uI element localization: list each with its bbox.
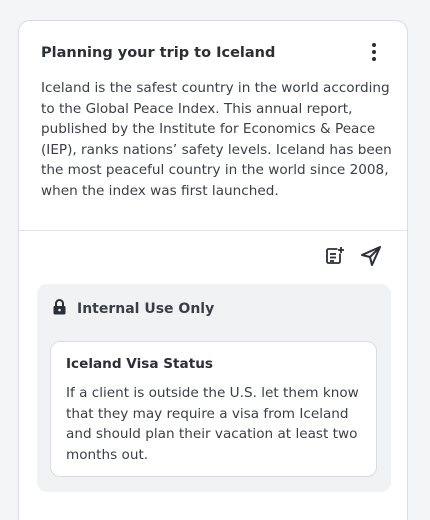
card-actions xyxy=(323,243,383,269)
internal-use-panel: Internal Use Only Iceland Visa Status If… xyxy=(37,284,391,492)
lock-icon xyxy=(53,299,66,319)
note-text: If a client is outside the U.S. let them… xyxy=(66,385,359,463)
internal-note-card: Iceland Visa Status If a client is outsi… xyxy=(50,341,377,477)
note-title: Iceland Visa Status xyxy=(66,356,213,372)
card-body: Iceland is the safest country in the wor… xyxy=(41,80,392,199)
internal-header: Internal Use Only xyxy=(53,298,214,320)
add-note-icon[interactable] xyxy=(323,244,347,268)
article-card: Planning your trip to Iceland Iceland is… xyxy=(18,20,408,520)
card-title: Planning your trip to Iceland xyxy=(41,45,276,61)
send-icon[interactable] xyxy=(359,244,383,268)
internal-label: Internal Use Only xyxy=(77,301,215,317)
kebab-menu-icon[interactable] xyxy=(367,43,381,63)
divider xyxy=(19,230,407,231)
card-header: Planning your trip to Iceland xyxy=(41,41,387,65)
